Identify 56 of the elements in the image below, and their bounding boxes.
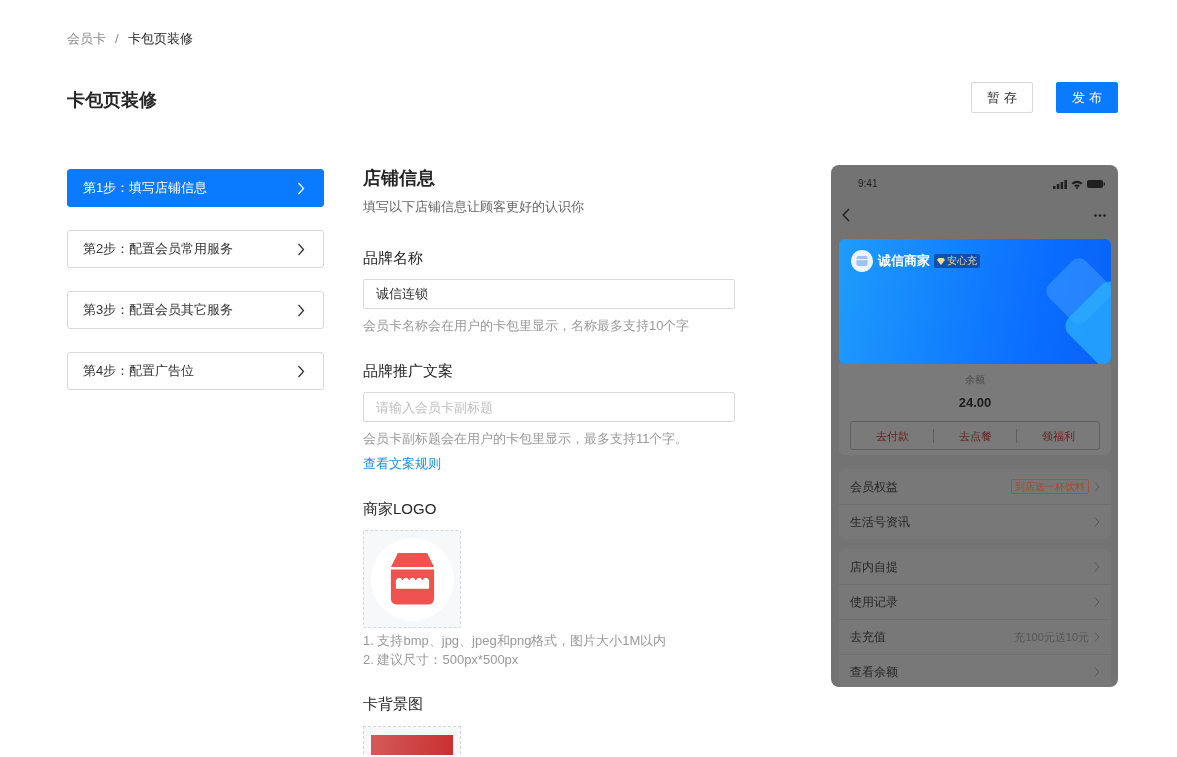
shop-icon — [370, 537, 454, 621]
chevron-right-icon — [1094, 561, 1100, 572]
upload-note: 2. 建议尺寸：500px*500px — [363, 651, 520, 669]
rules-link[interactable]: 查看文案规则 — [363, 454, 441, 474]
menu-label: 使用记录 — [850, 594, 899, 610]
upload-note: 1. 支持bmp、jpg、jpeg和png格式，图片大小1M以内 — [363, 632, 668, 650]
wifi-icon — [1071, 179, 1083, 189]
merchant-name: 诚信商家 — [878, 252, 930, 270]
step-tab[interactable]: 第3步：配置会员其它服务 — [67, 291, 324, 329]
logo-upload-box[interactable] — [363, 530, 461, 628]
page-title: 卡包页装修 — [67, 89, 157, 112]
chevron-right-icon — [297, 181, 305, 195]
help-text: 会员卡副标题会在用户的卡包里显示，最多支持11个字。 — [363, 430, 690, 448]
diamond-icon — [937, 257, 945, 265]
chevron-right-icon — [297, 364, 305, 378]
chevron-right-icon — [1094, 632, 1100, 642]
back-icon — [842, 208, 850, 222]
badge-text: 安心充 — [947, 255, 977, 267]
more-icon — [1094, 213, 1106, 217]
menu-label: 查看余额 — [850, 664, 899, 680]
breadcrumb-separator: / — [115, 30, 119, 48]
card-action: 领福利 — [1016, 428, 1099, 443]
breadcrumb-current: 卡包页装修 — [127, 30, 193, 48]
card-action: 去点餐 — [933, 428, 1016, 443]
field-label: 品牌名称 — [363, 248, 424, 268]
chevron-right-icon — [1094, 481, 1100, 492]
field-label: 品牌推广文案 — [363, 361, 454, 381]
field-label: 卡背景图 — [363, 694, 424, 714]
chevron-right-icon — [1094, 517, 1100, 527]
step-tab[interactable]: 第1步：填写店铺信息 — [67, 169, 324, 207]
balance-amount: 24.00 — [957, 394, 993, 412]
menu-label: 去充值 — [850, 629, 887, 645]
menu-label: 店内自提 — [850, 558, 899, 575]
help-text: 会员卡名称会在用户的卡包里显示，名称最多支持10个字 — [363, 317, 691, 335]
battery-icon — [1087, 180, 1105, 188]
logo-icon — [851, 250, 873, 272]
signal-icon — [1053, 179, 1067, 189]
text-input[interactable]: 诚信连锁 — [363, 279, 735, 309]
image-upload-box[interactable] — [363, 726, 461, 754]
text-input[interactable]: 请输入会员卡副标题 — [363, 392, 735, 422]
menu-label: 会员权益 — [850, 478, 899, 495]
step-tab[interactable]: 第2步：配置会员常用服务 — [67, 230, 324, 268]
publish-button[interactable]: 发布 — [1056, 82, 1118, 113]
step-tab[interactable]: 第4步：配置广告位 — [67, 352, 324, 390]
chevron-right-icon — [1094, 667, 1100, 677]
chevron-right-icon — [1094, 597, 1100, 607]
breadcrumb-link[interactable]: 会员卡 — [67, 29, 106, 49]
field-label: 商家LOGO — [363, 499, 438, 519]
chevron-right-icon — [297, 303, 305, 317]
section-title: 店铺信息 — [363, 167, 436, 190]
status-time: 9:41 — [858, 178, 878, 190]
chevron-right-icon — [297, 242, 305, 256]
section-subtitle: 填写以下店铺信息让顾客更好的认识你 — [363, 198, 585, 216]
save-button[interactable]: 暂存 — [971, 82, 1033, 113]
card-action: 去付款 — [874, 428, 910, 443]
menu-label: 生活号资讯 — [850, 514, 911, 530]
